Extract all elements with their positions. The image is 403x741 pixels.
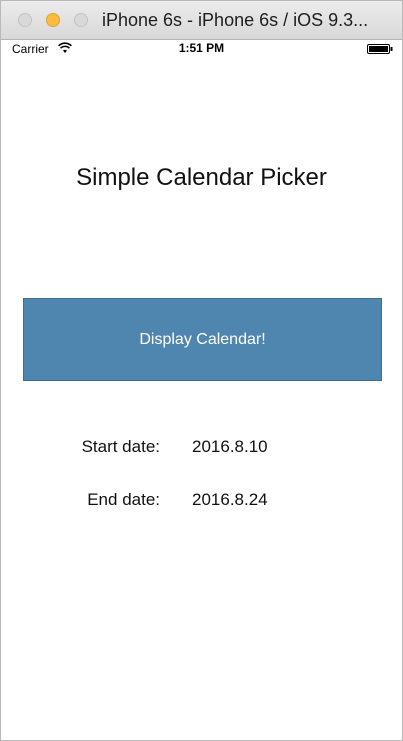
start-date-value: 2016.8.10 [192, 437, 268, 456]
start-date-label: Start date: [81, 437, 160, 456]
minimize-window-button[interactable] [46, 13, 60, 27]
simulator-window: iPhone 6s - iPhone 6s / iOS 9.3... Carri… [0, 0, 403, 741]
battery-icon [367, 44, 393, 54]
start-date-row: Start date: 2016.8.10 [1, 437, 402, 461]
window-title: iPhone 6s - iPhone 6s / iOS 9.3... [102, 10, 369, 30]
end-date-label: End date: [87, 490, 160, 509]
display-calendar-button-label: Display Calendar! [139, 330, 266, 348]
window-titlebar[interactable]: iPhone 6s - iPhone 6s / iOS 9.3... [1, 1, 402, 40]
ios-status-bar: Carrier 1:51 PM [1, 40, 402, 60]
zoom-window-button[interactable] [74, 13, 88, 27]
page-title: Simple Calendar Picker [76, 164, 327, 191]
status-time: 1:51 PM [178, 41, 225, 55]
display-calendar-button[interactable]: Display Calendar! [23, 298, 382, 381]
end-date-row: End date: 2016.8.24 [1, 490, 402, 514]
end-date-value: 2016.8.24 [192, 490, 268, 509]
close-window-button[interactable] [18, 13, 32, 27]
